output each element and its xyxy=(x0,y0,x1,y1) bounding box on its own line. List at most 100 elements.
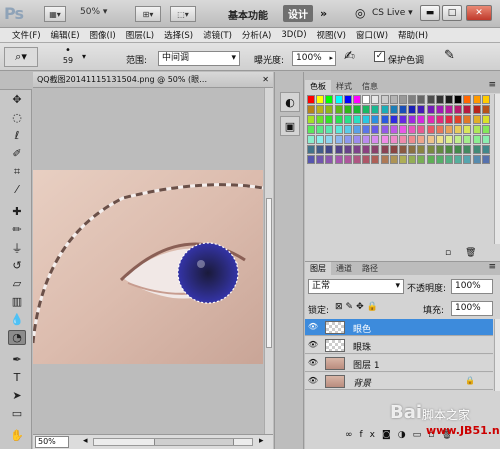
swatch-cell[interactable] xyxy=(454,155,463,164)
swatch-cell[interactable] xyxy=(472,145,481,154)
swatch-cell[interactable] xyxy=(399,135,407,144)
swatch-cell[interactable] xyxy=(307,95,315,104)
swatch-cell[interactable] xyxy=(389,105,398,114)
swatch-cell[interactable] xyxy=(334,135,343,144)
fill-input[interactable]: 100% xyxy=(451,301,493,316)
swatch-cell[interactable] xyxy=(472,135,481,144)
swatch-cell[interactable] xyxy=(353,105,361,114)
swatch-cell[interactable] xyxy=(408,155,417,164)
lasso-tool-icon[interactable]: ℓ xyxy=(8,128,26,143)
swatch-cell[interactable] xyxy=(472,125,481,134)
tab-layers[interactable]: 图层 xyxy=(305,262,331,275)
swatch-cell[interactable] xyxy=(371,95,380,104)
swatch-cell[interactable] xyxy=(371,145,380,154)
swatch-cell[interactable] xyxy=(316,135,325,144)
swatch-cell[interactable] xyxy=(362,105,371,114)
menu-window[interactable]: 窗口(W) xyxy=(352,29,394,41)
swatch-cell[interactable] xyxy=(316,105,325,114)
swatch-cell[interactable] xyxy=(371,105,380,114)
eye-icon[interactable]: 👁 xyxy=(307,358,319,368)
arrange-view-button[interactable]: ⊞▾ xyxy=(135,6,161,22)
swatch-cell[interactable] xyxy=(325,95,334,104)
horizontal-scrollbar[interactable] xyxy=(93,438,253,446)
layer-row[interactable]: 👁 眼珠 xyxy=(305,337,493,354)
swatch-cell[interactable] xyxy=(380,105,389,114)
swatch-cell[interactable] xyxy=(380,145,389,154)
scroll-thumb[interactable] xyxy=(266,198,272,348)
swatch-cell[interactable] xyxy=(417,125,426,134)
swatch-cell[interactable] xyxy=(445,95,453,104)
swatch-cell[interactable] xyxy=(334,105,343,114)
swatch-cell[interactable] xyxy=(316,155,325,164)
swatch-cell[interactable] xyxy=(334,155,343,164)
swatch-cell[interactable] xyxy=(353,115,361,124)
swatch-cell[interactable] xyxy=(408,125,417,134)
menu-edit[interactable]: 编辑(E) xyxy=(47,29,86,41)
swatch-cell[interactable] xyxy=(316,95,325,104)
swatch-cell[interactable] xyxy=(454,145,463,154)
swatch-cell[interactable] xyxy=(362,145,371,154)
swatch-cell[interactable] xyxy=(343,135,352,144)
swatch-cell[interactable] xyxy=(463,105,472,114)
eye-icon[interactable]: 👁 xyxy=(307,376,319,386)
swatch-cell[interactable] xyxy=(389,125,398,134)
quick-select-tool-icon[interactable]: ✐ xyxy=(8,146,26,161)
swatch-cell[interactable] xyxy=(389,95,398,104)
workspace-design-button[interactable]: 设计 xyxy=(283,5,313,22)
swatch-cell[interactable] xyxy=(435,155,444,164)
swatch-cell[interactable] xyxy=(426,115,435,124)
swatch-cell[interactable] xyxy=(435,115,444,124)
tab-info[interactable]: 信息 xyxy=(357,80,383,93)
swatch-cell[interactable] xyxy=(334,115,343,124)
swatch-cell[interactable] xyxy=(307,145,315,154)
eyedropper-tool-icon[interactable]: ⁄ xyxy=(8,182,26,197)
layers-scrollbar[interactable] xyxy=(494,319,500,391)
panel-menu-icon[interactable]: ≡ xyxy=(488,80,500,93)
hand-tool-icon[interactable]: ✋ xyxy=(8,428,26,443)
marquee-tool-icon[interactable]: ◌ xyxy=(8,110,26,125)
swatch-cell[interactable] xyxy=(399,105,407,114)
swatch-cell[interactable] xyxy=(435,135,444,144)
swatch-cell[interactable] xyxy=(307,115,315,124)
menu-file[interactable]: 文件(F) xyxy=(8,29,47,41)
swatch-cell[interactable] xyxy=(399,95,407,104)
menu-view[interactable]: 视图(V) xyxy=(313,29,352,41)
swatch-cell[interactable] xyxy=(334,95,343,104)
swatch-cell[interactable] xyxy=(454,125,463,134)
menu-select[interactable]: 选择(S) xyxy=(160,29,199,41)
tab-paths[interactable]: 路径 xyxy=(357,262,383,275)
vertical-scrollbar[interactable] xyxy=(264,88,273,434)
swatch-cell[interactable] xyxy=(353,95,361,104)
type-tool-icon[interactable]: T xyxy=(8,370,26,385)
menu-layer[interactable]: 图层(L) xyxy=(122,29,160,41)
document-tab[interactable]: QQ截图20141115131504.png @ 50% (眼… ✕ xyxy=(33,72,273,88)
dodge-tool-icon[interactable]: ◔ xyxy=(8,330,26,345)
swatch-cell[interactable] xyxy=(325,115,334,124)
swatch-cell[interactable] xyxy=(417,155,426,164)
swatch-cell[interactable] xyxy=(399,115,407,124)
swatch-cell[interactable] xyxy=(472,95,481,104)
minimize-button[interactable]: ▬ xyxy=(420,5,440,21)
tab-swatches[interactable]: 色板 xyxy=(305,80,331,93)
swatch-cell[interactable] xyxy=(399,125,407,134)
swatch-cell[interactable] xyxy=(481,145,490,154)
zoom-status-field[interactable]: 50% xyxy=(35,436,69,448)
swatch-cell[interactable] xyxy=(334,145,343,154)
swatch-cell[interactable] xyxy=(426,155,435,164)
swatch-cell[interactable] xyxy=(362,135,371,144)
swatch-cell[interactable] xyxy=(435,95,444,104)
tab-styles[interactable]: 样式 xyxy=(331,80,357,93)
swatch-cell[interactable] xyxy=(481,115,490,124)
swatch-cell[interactable] xyxy=(445,125,453,134)
swatch-cell[interactable] xyxy=(408,105,417,114)
blend-mode-select[interactable]: 正常 ▾ xyxy=(308,279,404,294)
swatch-cell[interactable] xyxy=(426,145,435,154)
swatch-cell[interactable] xyxy=(426,135,435,144)
swatch-cell[interactable] xyxy=(389,155,398,164)
pen-tool-icon[interactable]: ✒ xyxy=(8,352,26,367)
swatch-cell[interactable] xyxy=(463,125,472,134)
cs-live-menu[interactable]: CS Live ▾ xyxy=(372,8,413,18)
properties-panel-icon[interactable]: ▣ xyxy=(280,116,300,136)
brush-tool-icon[interactable]: ✏ xyxy=(8,222,26,237)
layer-row[interactable]: 👁 眼色 xyxy=(305,319,493,336)
